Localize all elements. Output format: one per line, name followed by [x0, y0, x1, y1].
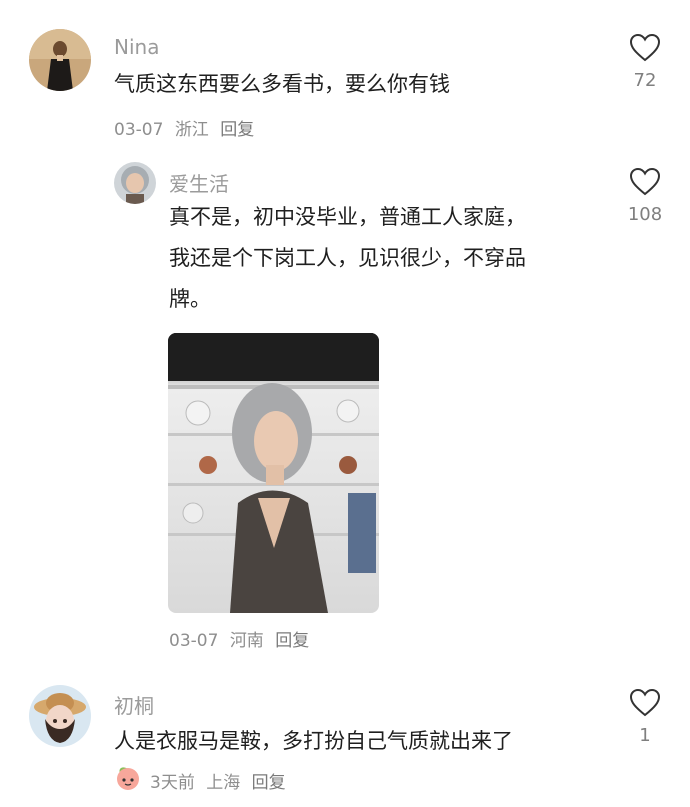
- comment-username[interactable]: 爱生活: [169, 168, 229, 197]
- comment-username[interactable]: 初桐: [114, 690, 154, 719]
- comment-username[interactable]: Nina: [114, 35, 159, 59]
- comment-location: 上海: [206, 773, 241, 793]
- comment-date: 3天前: [150, 773, 195, 793]
- attached-photo[interactable]: [168, 333, 379, 613]
- comment-text: 气质这东西要么多看书，要么你有钱: [114, 72, 450, 96]
- avatar[interactable]: [29, 29, 91, 91]
- user-avatar-photo: [114, 162, 156, 204]
- peach-badge-icon: [114, 763, 142, 795]
- comment-text-line: 真不是，初中没毕业，普通工人家庭，: [169, 205, 526, 229]
- heart-icon[interactable]: [629, 33, 661, 62]
- reply-button[interactable]: 回复: [220, 120, 254, 140]
- avatar[interactable]: [114, 162, 156, 204]
- comment-meta: 03-07 河南 回复: [169, 626, 315, 651]
- comment-text-line: 我还是个下岗工人，见识很少，不穿品: [169, 246, 526, 270]
- comment-date: 03-07: [169, 631, 219, 651]
- heart-icon[interactable]: [629, 167, 661, 196]
- like-button[interactable]: 1: [620, 688, 670, 746]
- heart-icon[interactable]: [629, 688, 661, 717]
- reply-button[interactable]: 回复: [275, 631, 309, 651]
- like-count: 108: [627, 204, 663, 225]
- like-count: 72: [633, 70, 657, 91]
- like-count: 1: [639, 725, 651, 746]
- like-button[interactable]: 72: [620, 33, 670, 91]
- comment-text: 人是衣服马是鞍，多打扮自己气质就出来了: [114, 729, 513, 753]
- user-avatar-photo: [29, 29, 91, 91]
- comment-meta: 3天前 上海 回复: [150, 768, 292, 793]
- comment-location: 浙江: [174, 120, 209, 140]
- comment-date: 03-07: [114, 120, 164, 140]
- reply-button[interactable]: 回复: [252, 773, 286, 793]
- like-button[interactable]: 108: [620, 167, 670, 225]
- attached-photo-woman-gray-hair: [168, 333, 379, 613]
- comment-location: 河南: [229, 631, 264, 651]
- comment-text-line: 牌。: [169, 287, 211, 311]
- avatar[interactable]: [29, 685, 91, 747]
- comment-meta: 03-07 浙江 回复: [114, 115, 260, 140]
- user-avatar-illustration: [29, 685, 91, 747]
